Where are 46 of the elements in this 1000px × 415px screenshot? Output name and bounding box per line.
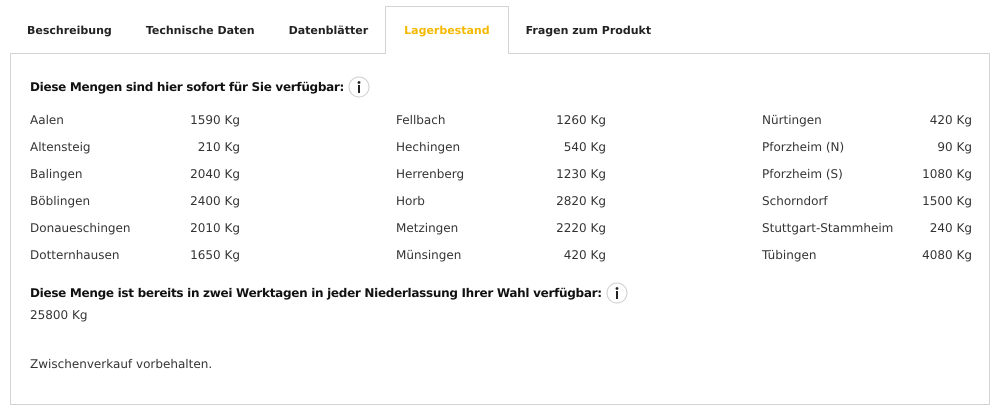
location-name: Nürtingen <box>762 112 822 126</box>
stock-quantity: 1260 Kg <box>556 112 606 126</box>
stock-quantity: 1500 Kg <box>922 194 972 208</box>
stock-quantity: 240 Kg <box>930 220 972 234</box>
location-name: Herrenberg <box>396 166 464 180</box>
location-name: Pforzheim (S) <box>762 166 843 180</box>
stock-quantity: 2040 Kg <box>190 166 240 180</box>
location-name: Tübingen <box>762 248 816 262</box>
section-heading: Diese Menge ist bereits in zwei Werktagen in jeder Niederlassung Ihrer Wahl verfügbar: <box>30 286 602 300</box>
stock-quantity: 540 Kg <box>564 140 606 154</box>
stock-quantity: 90 Kg <box>937 140 972 154</box>
location-name: Schorndorf <box>762 194 828 208</box>
location-name: Horb <box>396 194 425 208</box>
stock-quantity: 4080 Kg <box>922 248 972 262</box>
stock-quantity: 25800 Kg <box>30 308 88 322</box>
stock-quantity: 420 Kg <box>564 248 606 262</box>
stock-quantity: 1590 Kg <box>190 112 240 126</box>
tab[interactable]: Datenblätter <box>272 6 386 53</box>
location-name: Fellbach <box>396 112 446 126</box>
location-name: Donaueschingen <box>30 220 131 234</box>
location-name: Stuttgart-Stammheim <box>762 220 894 234</box>
tab[interactable]: Technische Daten <box>128 6 272 53</box>
location-name: Metzingen <box>396 220 458 234</box>
location-name: Münsingen <box>396 248 462 262</box>
stock-quantity: 420 Kg <box>930 112 972 126</box>
disclaimer-text: Zwischenverkauf vorbehalten. <box>30 357 212 371</box>
tab[interactable]: Beschreibung <box>10 6 129 53</box>
location-name: Altensteig <box>30 140 91 154</box>
info-icon[interactable] <box>606 282 628 304</box>
stock-quantity: 1650 Kg <box>190 248 240 262</box>
location-name: Hechingen <box>396 140 460 154</box>
location-name: Dotternhausen <box>30 248 120 262</box>
stock-quantity: 210 Kg <box>198 140 240 154</box>
stock-quantity: 1230 Kg <box>556 166 606 180</box>
location-name: Aalen <box>30 112 64 126</box>
stock-quantity: 2010 Kg <box>190 220 240 234</box>
tab[interactable]: Fragen zum Produkt <box>508 6 668 53</box>
location-name: Böblingen <box>30 194 90 208</box>
section-heading: Diese Mengen sind hier sofort für Sie verfügbar: <box>30 80 344 94</box>
stock-quantity: 2400 Kg <box>190 194 240 208</box>
location-name: Balingen <box>30 166 82 180</box>
location-name: Pforzheim (N) <box>762 140 844 154</box>
stock-quantity: 1080 Kg <box>922 166 972 180</box>
stock-quantity: 2220 Kg <box>556 220 606 234</box>
stock-quantity: 2820 Kg <box>556 194 606 208</box>
info-icon[interactable] <box>348 76 370 98</box>
